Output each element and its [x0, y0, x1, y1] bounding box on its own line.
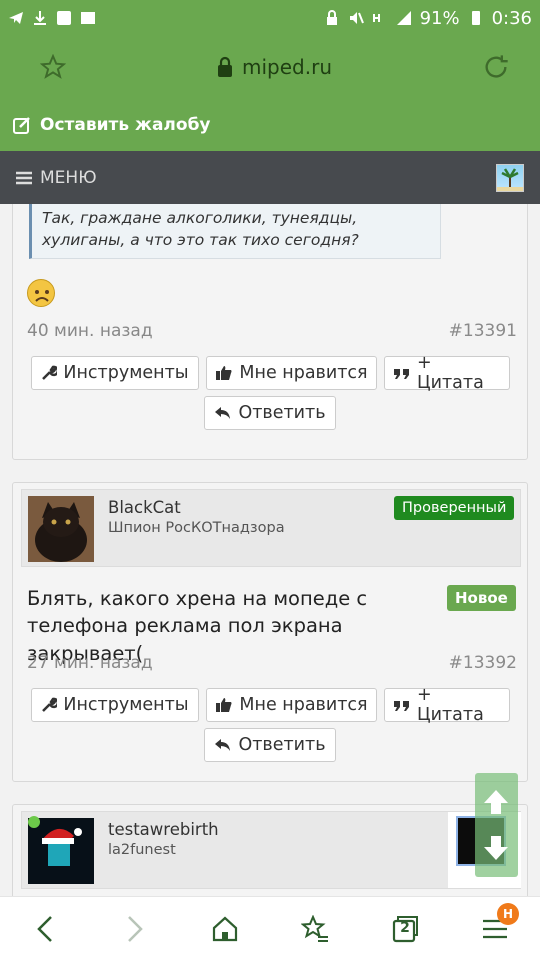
user-header: BlackCat Шпион РосКОТнадзора Проверенный [21, 489, 521, 567]
post-id[interactable]: #13391 [449, 321, 517, 341]
post-card: testawrebirth la2funest [12, 804, 528, 896]
url-text: miped.ru [242, 55, 332, 79]
like-button[interactable]: Мне нравится [206, 688, 377, 722]
post-meta: 27 мин. назад #13392 [27, 653, 517, 673]
app-notification-icon [81, 12, 95, 24]
tools-button[interactable]: Инструменты [31, 356, 199, 390]
battery-icon [471, 11, 480, 25]
user-header: testawrebirth la2funest [21, 811, 521, 889]
lock-icon [326, 10, 337, 25]
browser-url-bar: miped.ru [0, 36, 540, 98]
battery-percent: 91% [419, 7, 460, 29]
santa-cube-avatar-icon [28, 818, 94, 884]
thumbs-up-icon [216, 698, 232, 712]
palm-icon [497, 167, 523, 191]
tabs-button[interactable]: 2 [387, 911, 423, 947]
forward-arrow-icon [128, 915, 143, 942]
thread-content: Так, граждане алкоголики, тунеядцы, хули… [0, 204, 540, 896]
like-button[interactable]: Мне нравится [206, 356, 377, 390]
home-icon [212, 916, 238, 941]
edit-icon [13, 116, 30, 134]
verified-badge: Проверенный [394, 496, 515, 520]
browser-bottom-nav: 2 H [0, 896, 540, 960]
signal-icon [396, 11, 411, 25]
site-menu-bar: МЕНЮ [0, 151, 540, 204]
forward-button[interactable] [117, 911, 153, 947]
quote-button[interactable]: + Цитата [384, 353, 510, 393]
post-time: 27 мин. назад [27, 653, 153, 673]
reply-button[interactable]: Ответить [204, 728, 336, 762]
reply-icon [215, 407, 231, 419]
post-card: Так, граждане алкоголики, тунеядцы, хули… [12, 204, 528, 460]
scroll-up-icon[interactable] [481, 787, 511, 817]
back-button[interactable] [27, 911, 63, 947]
scroll-down-icon[interactable] [481, 833, 511, 863]
quote-icon [394, 369, 409, 379]
hamburger-icon[interactable] [16, 171, 32, 185]
mute-icon [349, 12, 364, 24]
thumbs-up-icon [216, 366, 232, 380]
menu-label[interactable]: МЕНЮ [40, 168, 97, 188]
download-icon [34, 11, 46, 25]
complain-link[interactable]: Оставить жалобу [0, 98, 540, 151]
user-avatar[interactable] [28, 818, 94, 884]
star-list-icon [301, 914, 328, 942]
post-id[interactable]: #13392 [449, 653, 517, 673]
post-card: BlackCat Шпион РосКОТнадзора Проверенный… [12, 482, 528, 782]
cat-avatar-icon [28, 496, 94, 562]
user-title: Шпион РосКОТнадзора [108, 520, 285, 536]
online-dot [28, 816, 40, 828]
user-avatar[interactable] [28, 496, 94, 562]
quote-block: Так, граждане алкоголики, тунеядцы, хули… [29, 204, 441, 259]
username[interactable]: BlackCat [108, 498, 181, 517]
username[interactable]: testawrebirth [108, 820, 219, 839]
sad-face-emoji [27, 279, 55, 307]
scroll-controls [475, 773, 518, 877]
bookmarks-button[interactable] [297, 911, 333, 947]
telegram-icon [9, 12, 23, 24]
status-bar: 91% 0:36 [0, 0, 540, 36]
quote-button[interactable]: + Цитата [384, 685, 510, 725]
wrench-icon [42, 697, 58, 712]
user-avatar[interactable] [496, 163, 524, 192]
quote-icon [394, 701, 409, 711]
tools-button[interactable]: Инструменты [31, 688, 199, 722]
post-time: 40 мин. назад [27, 321, 153, 341]
reload-icon[interactable] [482, 53, 510, 81]
clock: 0:36 [491, 7, 532, 29]
back-arrow-icon [37, 915, 52, 942]
tabs-count: 2 [400, 919, 410, 936]
new-badge: Новое [447, 585, 516, 611]
complain-label: Оставить жалобу [40, 114, 211, 135]
menu-notification-badge: H [497, 902, 519, 925]
signal-h-icon [372, 14, 380, 22]
wrench-icon [42, 365, 58, 380]
bookmark-star-icon[interactable] [40, 54, 66, 80]
reply-button[interactable]: Ответить [204, 396, 336, 430]
home-button[interactable] [207, 911, 243, 947]
user-title: la2funest [108, 842, 176, 858]
post-meta: 40 мин. назад #13391 [27, 321, 517, 341]
menu-button[interactable]: H [477, 902, 519, 947]
reply-icon [215, 739, 231, 751]
address-field[interactable]: miped.ru [216, 55, 332, 79]
secure-lock-icon [218, 56, 232, 77]
wifi-icon [57, 11, 71, 25]
